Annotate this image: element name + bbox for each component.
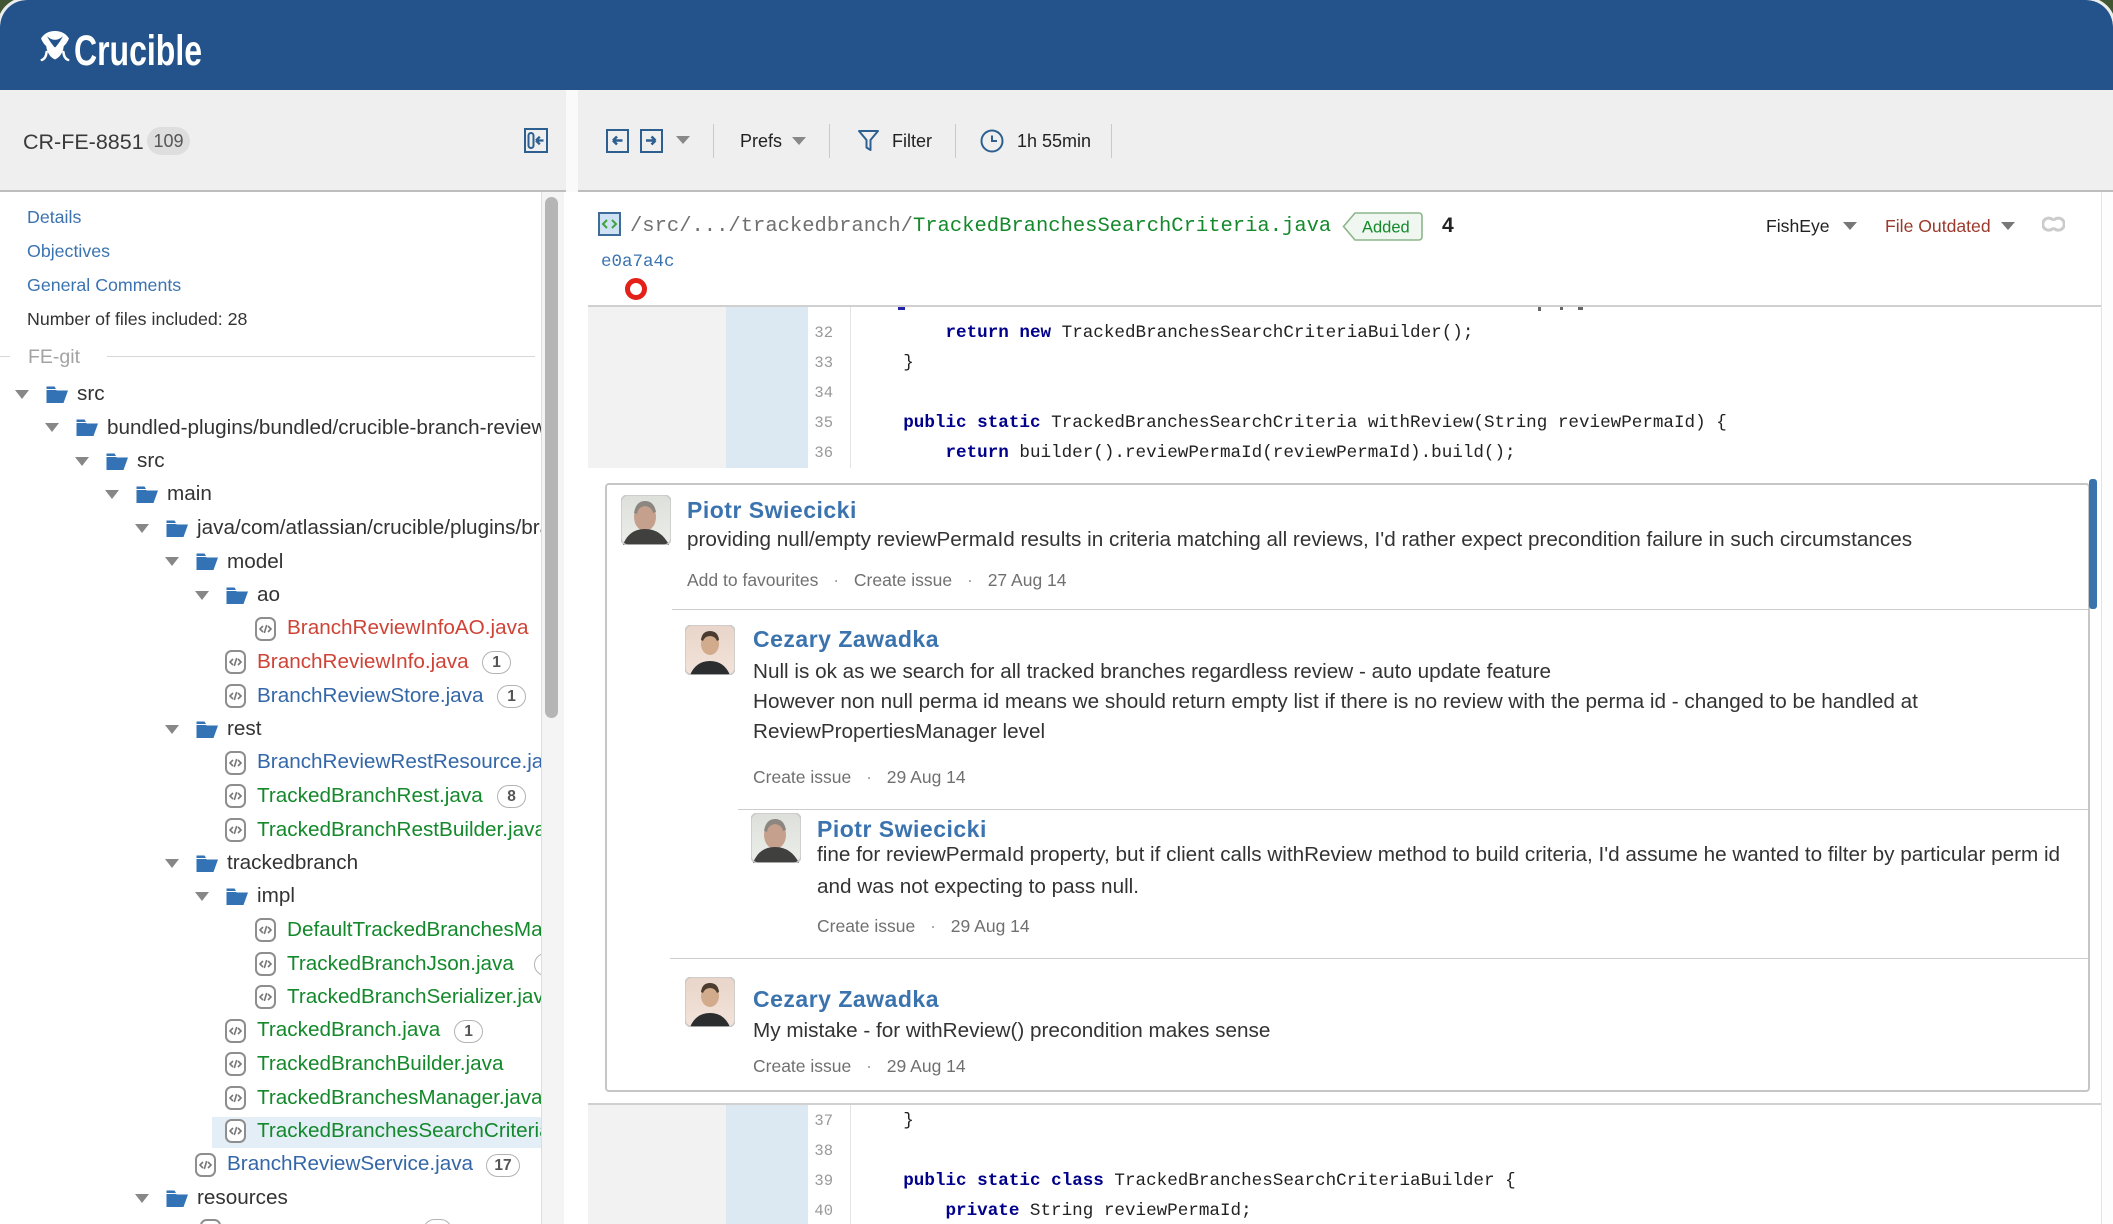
svg-text:Crucible: Crucible <box>74 28 202 72</box>
svg-text:Added: Added <box>1362 219 1410 237</box>
